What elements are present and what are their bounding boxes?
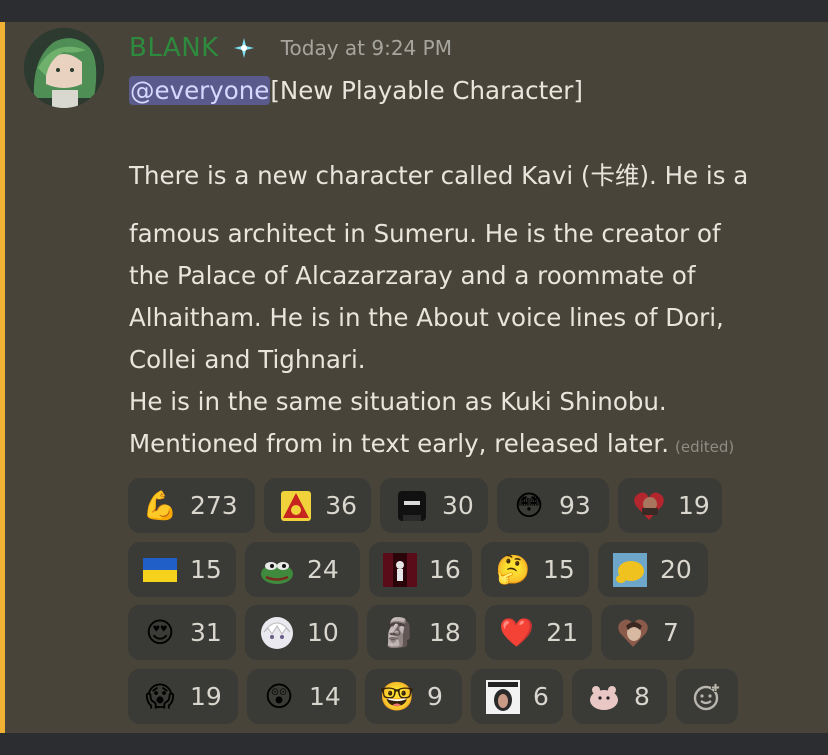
message-line: Collei and Tighnari. [129, 345, 366, 374]
reaction-button[interactable]: 😱 19 [128, 669, 238, 724]
screaming-face-icon: 😱 [145, 679, 175, 713]
reaction-button[interactable]: 🤓 9 [365, 669, 462, 724]
reaction-count: 14 [309, 682, 341, 711]
flexed-biceps-icon: 💪 [142, 488, 178, 522]
edited-label: (edited) [674, 438, 735, 456]
meme-portrait-icon [485, 679, 521, 715]
reaction-button[interactable]: 7 [601, 605, 694, 660]
add-reaction-button[interactable] [676, 669, 738, 724]
reaction-button[interactable]: 💪 273 [128, 478, 255, 533]
reaction-button[interactable]: 🗿 18 [367, 605, 476, 660]
message-header: BLANK Today at 9:24 PM [129, 32, 452, 64]
reaction-button[interactable]: 8 [572, 669, 667, 724]
reaction-button[interactable]: 19 [618, 478, 722, 533]
reaction-count: 9 [427, 682, 443, 711]
avatar-image [24, 28, 104, 108]
message-content: @everyone[New Playable Character] There … [129, 70, 819, 465]
avatar[interactable] [24, 28, 104, 108]
reaction-button[interactable]: 15 [128, 542, 236, 597]
reaction-button[interactable]: ❤️ 21 [485, 605, 592, 660]
mention-highlight-bar [0, 22, 5, 733]
reaction-count: 19 [190, 682, 222, 711]
reaction-count: 21 [546, 618, 578, 647]
moai-icon: 🗿 [381, 615, 417, 649]
reaction-count: 31 [190, 618, 222, 647]
reaction-count: 19 [678, 491, 710, 520]
reaction-button[interactable]: 😳 93 [497, 478, 609, 533]
reaction-count: 24 [307, 555, 339, 584]
dark-red-figure-icon [383, 552, 417, 588]
reaction-button[interactable]: 10 [245, 605, 358, 660]
everyone-mention[interactable]: @everyone [129, 76, 271, 105]
pink-creature-icon [586, 679, 622, 715]
heart-portrait-icon [632, 488, 666, 524]
ukraine-flag-icon [142, 552, 178, 588]
reaction-count: 93 [559, 491, 591, 520]
hushed-face-icon: 😲 [264, 679, 294, 713]
reaction-count: 273 [190, 491, 238, 520]
reaction-count: 10 [307, 618, 339, 647]
dark-hooded-figure-icon [394, 488, 430, 524]
reaction-count: 8 [634, 682, 650, 711]
message-line: famous architect in Sumeru. He is the cr… [129, 219, 721, 248]
reaction-button[interactable]: 🤔 15 [481, 542, 589, 597]
nerd-face-icon: 🤓 [379, 679, 415, 713]
reaction-count: 15 [190, 555, 222, 584]
yellow-warning-emblem-icon [278, 488, 313, 524]
reaction-button[interactable]: 16 [369, 542, 472, 597]
reaction-button[interactable]: 😲 14 [247, 669, 356, 724]
timestamp: Today at 9:24 PM [280, 36, 452, 60]
pepe-frog-icon [259, 552, 295, 588]
red-heart-icon: ❤️ [499, 615, 535, 649]
reaction-count: 16 [429, 555, 461, 584]
reaction-button[interactable]: 30 [380, 478, 488, 533]
reaction-count: 7 [663, 618, 679, 647]
message-line: He is in the same situation as Kuki Shin… [129, 387, 667, 416]
reaction-button[interactable]: 6 [471, 669, 563, 724]
bottom-bar [0, 733, 828, 755]
sparkle-badge-icon [233, 37, 255, 59]
reaction-count: 15 [543, 555, 575, 584]
flushed-face-icon: 😳 [514, 488, 544, 522]
reaction-count: 18 [429, 618, 461, 647]
message-line: the Palace of Alcazarzaray and a roommat… [129, 261, 696, 290]
reaction-count: 6 [533, 682, 549, 711]
message-line: There is a new character called Kavi (卡维… [129, 161, 749, 190]
thinking-face-icon: 🤔 [495, 552, 531, 586]
message-line: Alhaitham. He is in the About voice line… [129, 303, 724, 332]
reaction-button[interactable]: 😍 31 [128, 605, 236, 660]
yellow-blob-icon [612, 552, 648, 588]
message-line: [New Playable Character] [270, 76, 583, 105]
reaction-button[interactable]: 20 [598, 542, 708, 597]
heart-eyes-face-icon: 😍 [145, 615, 175, 649]
message-line: Mentioned from in text early, released l… [129, 429, 669, 458]
white-haired-anime-face-icon [259, 615, 295, 651]
reaction-count: 36 [325, 491, 357, 520]
reaction-button[interactable]: 24 [245, 542, 360, 597]
add-reaction-icon [689, 679, 725, 715]
reaction-button[interactable]: 36 [264, 478, 371, 533]
reaction-count: 30 [442, 491, 474, 520]
top-bar [0, 0, 828, 22]
reaction-count: 20 [660, 555, 692, 584]
username[interactable]: BLANK [129, 33, 219, 63]
heart-photo-icon [615, 615, 651, 651]
message-item: BLANK Today at 9:24 PM @everyone[New Pla… [0, 22, 828, 733]
